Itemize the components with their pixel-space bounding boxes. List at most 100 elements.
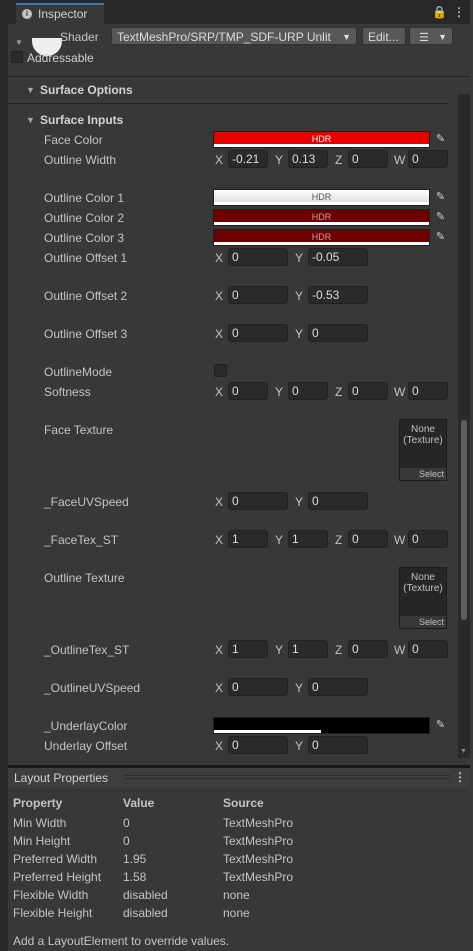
outline-width-y-field[interactable]: 0.13 (288, 150, 328, 168)
outline-color-1-swatch[interactable]: HDR (213, 189, 430, 206)
outline-offset-1-x-field[interactable]: 0 (228, 248, 288, 266)
hdr-label: HDR (311, 212, 332, 222)
axis-y: Y (275, 153, 284, 167)
axis-x: X (215, 533, 224, 547)
layout-table-cell: Flexible Width (13, 888, 89, 902)
underlay-offset-y-field[interactable]: 0 (308, 736, 368, 754)
face-uv-speed-x-field[interactable]: 0 (228, 492, 288, 510)
outline-uv-speed-y-field[interactable]: 0 (308, 678, 368, 696)
layout-table-cell: none (223, 888, 250, 902)
face-tex-st-x-field[interactable]: 1 (228, 530, 268, 548)
outline-offset-3-y-field[interactable]: 0 (308, 324, 368, 342)
triangle-right-icon: ▼ (26, 85, 35, 95)
scroll-down-arrow-icon[interactable]: ▼ (460, 748, 467, 755)
eyedropper-icon[interactable]: ✎ (432, 131, 449, 148)
eyedropper-icon[interactable]: ✎ (432, 229, 449, 246)
outline-color-3-swatch[interactable]: HDR (213, 229, 430, 246)
axis-x: X (215, 289, 224, 303)
tab-bar: i Inspector 🔒 ⋮ (8, 0, 470, 25)
header-foldout-icon[interactable]: ▼ (15, 38, 23, 47)
axis-z: Z (335, 533, 343, 547)
outline-color-1-label: Outline Color 1 (44, 191, 125, 205)
eyedropper-icon[interactable]: ✎ (432, 209, 449, 226)
outline-color-2-swatch[interactable]: HDR (213, 209, 430, 226)
face-texture-select-button[interactable]: Select (400, 468, 446, 480)
alpha-bar (214, 222, 429, 225)
eyedropper-icon[interactable]: ✎ (432, 717, 449, 734)
layout-properties-footer: Add a LayoutElement to override values. (13, 934, 230, 948)
outline-offset-2-x-field[interactable]: 0 (228, 286, 288, 304)
softness-x-field[interactable]: 0 (228, 382, 268, 400)
hdr-label: HDR (311, 192, 332, 202)
inspector-scrollbar[interactable]: ▼ (458, 94, 470, 758)
face-color-swatch[interactable]: HDR (213, 131, 430, 148)
layout-table-cell: 0 (123, 816, 130, 830)
softness-z-field[interactable]: 0 (348, 382, 388, 400)
edit-shader-button[interactable]: Edit... (362, 27, 406, 45)
alpha-bar (214, 202, 429, 205)
shader-dropdown[interactable]: TextMeshPro/SRP/TMP_SDF-URP Unlit ▼ (111, 27, 357, 45)
outline-tex-st-x-field[interactable]: 1 (228, 640, 268, 658)
face-tex-st-z-field[interactable]: 0 (348, 530, 388, 548)
underlay-offset-x-field[interactable]: 0 (228, 736, 288, 754)
scrollbar-thumb[interactable] (461, 420, 467, 620)
face-uv-speed-y-field[interactable]: 0 (308, 492, 368, 510)
outline-texture-slot[interactable]: None (Texture) Select (399, 567, 447, 629)
section-divider (8, 103, 448, 104)
outline-tex-st-z-field[interactable]: 0 (348, 640, 388, 658)
outline-offset-1-y-field[interactable]: -0.05 (308, 248, 368, 266)
addressable-checkbox[interactable] (11, 51, 23, 63)
axis-y: Y (295, 739, 304, 753)
axis-z: Z (335, 153, 343, 167)
face-texture-slot[interactable]: None (Texture) Select (399, 419, 447, 481)
layout-table-cell: Min Width (13, 816, 67, 830)
outline-offset-2-y-field[interactable]: -0.53 (308, 286, 368, 304)
drag-handle-lines[interactable] (125, 775, 450, 779)
lock-icon[interactable]: 🔒 (432, 5, 447, 19)
outline-tex-st-label: _OutlineTex_ST (44, 643, 130, 657)
outline-width-x-field[interactable]: -0.21 (228, 150, 268, 168)
outline-mode-checkbox[interactable] (214, 364, 227, 377)
eyedropper-icon[interactable]: ✎ (432, 189, 449, 206)
layout-table-cell: TextMeshPro (223, 870, 294, 884)
outline-width-z-field[interactable]: 0 (348, 150, 388, 168)
tab-inspector[interactable]: i Inspector (16, 3, 104, 24)
layout-header-property: Property (13, 796, 63, 810)
axis-z: Z (335, 385, 343, 399)
softness-y-field[interactable]: 0 (288, 382, 328, 400)
face-tex-st-w-field[interactable]: 0 (408, 530, 448, 548)
softness-w-field[interactable]: 0 (408, 382, 448, 400)
info-icon: i (22, 9, 32, 19)
layout-table-cell: 0 (123, 834, 130, 848)
outline-uv-speed-x-field[interactable]: 0 (228, 678, 288, 696)
shader-value: TextMeshPro/SRP/TMP_SDF-URP Unlit (117, 30, 331, 44)
outline-tex-st-y-field[interactable]: 1 (288, 640, 328, 658)
layout-table-cell: TextMeshPro (223, 834, 294, 848)
outline-offset-3-x-field[interactable]: 0 (228, 324, 288, 342)
texture-none-label: None (411, 572, 435, 583)
axis-w: W (394, 643, 406, 657)
shader-options-button[interactable]: ☰ ▼ (409, 27, 453, 45)
surface-inputs-foldout[interactable]: ▼ Surface Inputs (26, 113, 123, 127)
outline-width-w-field[interactable]: 0 (408, 150, 448, 168)
outline-color-3-label: Outline Color 3 (44, 231, 125, 245)
axis-y: Y (275, 643, 284, 657)
underlay-color-swatch[interactable] (213, 717, 430, 734)
outline-tex-st-w-field[interactable]: 0 (408, 640, 448, 658)
chevron-down-icon: ▼ (438, 32, 447, 42)
kebab-menu-icon[interactable]: ⋮ (454, 770, 466, 784)
axis-w: W (394, 153, 406, 167)
axis-z: Z (335, 643, 343, 657)
kebab-menu-icon[interactable]: ⋮ (453, 5, 465, 19)
outline-texture-select-button[interactable]: Select (400, 616, 446, 628)
surface-options-foldout[interactable]: ▼ Surface Options (26, 83, 133, 97)
outline-offset-1-label: Outline Offset 1 (44, 251, 128, 265)
face-tex-st-y-field[interactable]: 1 (288, 530, 328, 548)
texture-none-label: None (411, 424, 435, 435)
layout-table-cell: Preferred Width (13, 852, 98, 866)
outline-texture-label: Outline Texture (44, 571, 125, 585)
triangle-down-icon: ▼ (26, 115, 35, 125)
outline-mode-label: OutlineMode (44, 365, 113, 379)
softness-label: Softness (44, 385, 91, 399)
layout-table-cell: TextMeshPro (223, 852, 294, 866)
